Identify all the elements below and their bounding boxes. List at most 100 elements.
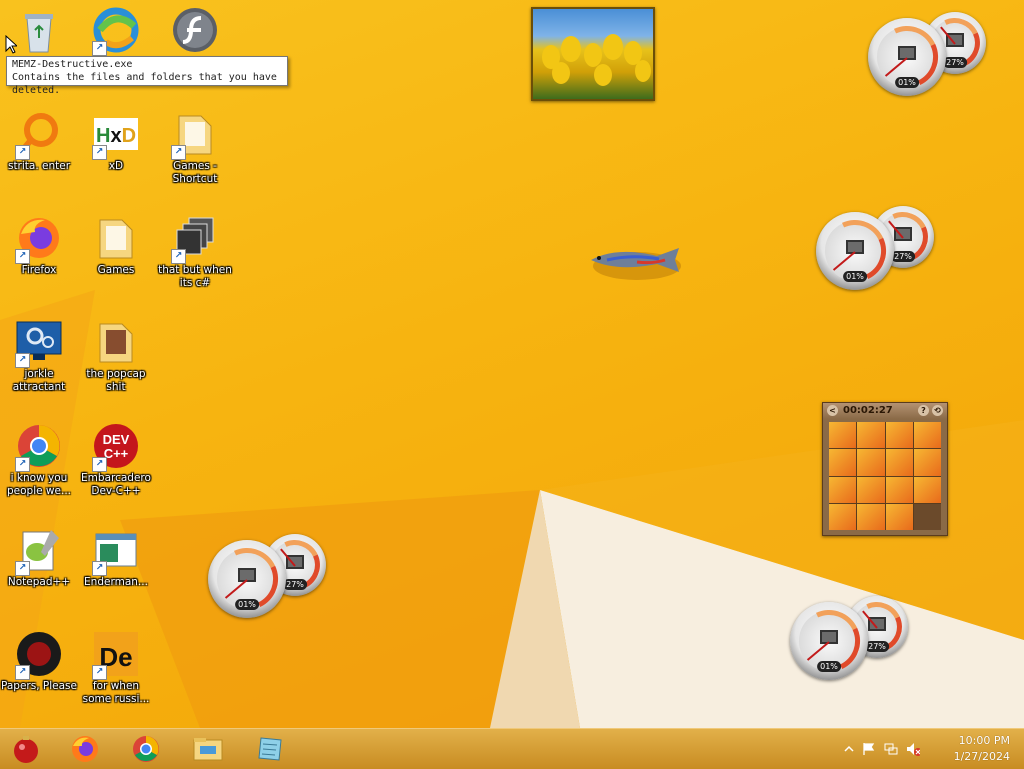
desktop-icon-label: Papers, Please (1, 680, 77, 692)
desktop-icon-the-popcap[interactable]: the popcap shit (78, 318, 154, 394)
puzzle-tile[interactable] (857, 476, 885, 503)
shortcut-arrow-icon: ↗ (15, 457, 30, 472)
network-icon[interactable] (884, 742, 898, 756)
puzzle-help-button[interactable]: ? (918, 405, 929, 416)
folder-icon (99, 219, 133, 259)
desktop-icon-label: Embarcadero Dev-C++ (81, 472, 151, 497)
firefox-icon (72, 736, 98, 762)
desktop: ↗ MEMZ-Destructive.exe Contains the file… (0, 0, 1024, 728)
desktop-icon-games[interactable]: Games (78, 214, 154, 277)
desktop-icon-jorkle-attractant[interactable]: ↗ jorkle attractant (1, 318, 77, 394)
desktop-icon-de-app[interactable]: De ↗ for when some russi... (78, 630, 154, 706)
desktop-icon-label: the popcap shit (86, 368, 146, 393)
taskbar-notebook-app[interactable] (248, 732, 292, 766)
system-tray: 10:00 PM 1/27/2024 (834, 729, 1024, 769)
puzzle-toolbar: < 00:02:27 ? ⟲ (823, 403, 947, 419)
mouse-cursor-icon (5, 35, 17, 54)
desktop-icon-label: for when some russi... (82, 680, 150, 705)
shortcut-arrow-icon: ↗ (171, 249, 186, 264)
memory-percent: 27% (943, 56, 967, 68)
desktop-icon-dev-cpp[interactable]: DEV C++ ↗ Embarcadero Dev-C++ (78, 422, 154, 498)
puzzle-back-button[interactable]: < (827, 405, 838, 416)
tulips-photo (542, 34, 651, 86)
puzzle-tile[interactable] (829, 476, 857, 503)
shortcut-arrow-icon: ↗ (15, 665, 30, 680)
svg-text:DEV: DEV (103, 432, 130, 447)
show-hidden-icons-arrow[interactable] (842, 742, 856, 756)
taskbar-file-explorer[interactable] (186, 732, 230, 766)
recycle-bin-tooltip: MEMZ-Destructive.exe Contains the files … (6, 56, 288, 96)
shortcut-arrow-icon: ↗ (15, 145, 30, 160)
desktop-icon-label: strita. enter (7, 160, 71, 172)
desktop-icon-label: Notepad++ (7, 576, 71, 588)
desktop-fish (591, 248, 681, 280)
svg-text:C++: C++ (104, 446, 129, 461)
shortcut-arrow-icon: ↗ (92, 41, 107, 56)
desktop-icon-label: xD (108, 160, 124, 172)
memory-percent: 27% (283, 578, 307, 590)
shortcut-arrow-icon: ↗ (15, 561, 30, 576)
cpu-meter-gadget[interactable]: 27% 01% (815, 205, 940, 291)
cpu-percent: 01% (235, 599, 259, 611)
notebook-app-icon (258, 737, 282, 761)
clock-time: 10:00 PM (958, 734, 1010, 747)
puzzle-shuffle-button[interactable]: ⟲ (932, 405, 943, 416)
shortcut-arrow-icon: ↗ (171, 145, 186, 160)
desktop-icon-games-shortcut[interactable]: ↗ Games - Shortcut (157, 110, 233, 186)
puzzle-tile[interactable] (913, 422, 941, 449)
puzzle-tile[interactable] (857, 422, 885, 449)
clock-date: 1/27/2024 (953, 750, 1010, 763)
flash-icon (173, 8, 217, 52)
puzzle-tile[interactable] (829, 449, 857, 476)
puzzle-tile[interactable] (885, 476, 913, 503)
slideshow-gadget[interactable] (531, 7, 655, 101)
puzzle-tile[interactable] (913, 476, 941, 503)
desktop-icon-xd[interactable]: HxD ↗ xD (78, 110, 154, 173)
puzzle-tile[interactable] (857, 503, 885, 530)
desktop-icon-enderman[interactable]: ↗ Enderman... (78, 526, 154, 589)
cpu-meter-gadget[interactable]: 27% 01% (789, 595, 914, 681)
cpu-meter-gadget[interactable]: 27% 01% (867, 11, 992, 97)
picture-puzzle-gadget[interactable]: < 00:02:27 ? ⟲ (822, 402, 948, 536)
taskbar-chrome[interactable] (124, 732, 168, 766)
puzzle-tile[interactable] (885, 503, 913, 530)
cpu-dial: 01% (207, 539, 287, 619)
cpu-percent: 01% (895, 77, 919, 89)
desktop-icon-chrome[interactable]: ↗ i know you people we... (1, 422, 77, 498)
chrome-icon (133, 736, 159, 762)
memory-percent: 27% (891, 250, 915, 262)
desktop-icon-edge[interactable]: ↗ (78, 6, 154, 56)
shortcut-arrow-icon: ↗ (92, 457, 107, 472)
cpu-percent: 01% (817, 661, 841, 673)
taskbar-clock[interactable]: 10:00 PM 1/27/2024 (940, 733, 1010, 765)
puzzle-tile[interactable] (857, 449, 885, 476)
svg-text:HxD: HxD (96, 125, 136, 147)
desktop-icon-notepad-plus-plus[interactable]: ↗ Notepad++ (1, 526, 77, 589)
ornament-start-icon (14, 736, 38, 763)
action-center-flag-icon[interactable] (862, 742, 876, 756)
desktop-icon-strita-enter[interactable]: ↗ strita. enter (1, 110, 77, 173)
start-button[interactable] (4, 732, 48, 766)
taskbar-firefox[interactable] (63, 732, 107, 766)
puzzle-tile[interactable] (885, 449, 913, 476)
puzzle-tile[interactable] (885, 422, 913, 449)
desktop-icon-label: that but when its c# (158, 264, 232, 289)
desktop-icon-label: Games - Shortcut (172, 160, 218, 185)
volume-muted-icon[interactable] (906, 742, 920, 756)
puzzle-tile[interactable] (829, 503, 857, 530)
shortcut-arrow-icon: ↗ (92, 145, 107, 160)
desktop-icon-label: jorkle attractant (12, 368, 66, 393)
desktop-icon-firefox[interactable]: ↗ Firefox (1, 214, 77, 277)
puzzle-tile[interactable] (913, 449, 941, 476)
shortcut-arrow-icon: ↗ (15, 353, 30, 368)
desktop-icon-papers-please[interactable]: ↗ Papers, Please (1, 630, 77, 693)
cpu-meter-gadget[interactable]: 27% 01% (207, 533, 332, 619)
puzzle-tile[interactable] (829, 422, 857, 449)
shortcut-arrow-icon: ↗ (92, 561, 107, 576)
desktop-icon-that-but-when-its-csharp[interactable]: ↗ that but when its c# (157, 214, 233, 290)
desktop-icon-label: Firefox (21, 264, 57, 276)
desktop-icon-flash[interactable] (157, 6, 233, 56)
folder-icon (99, 323, 133, 363)
cpu-percent: 01% (843, 271, 867, 283)
cpu-dial: 01% (867, 17, 947, 97)
